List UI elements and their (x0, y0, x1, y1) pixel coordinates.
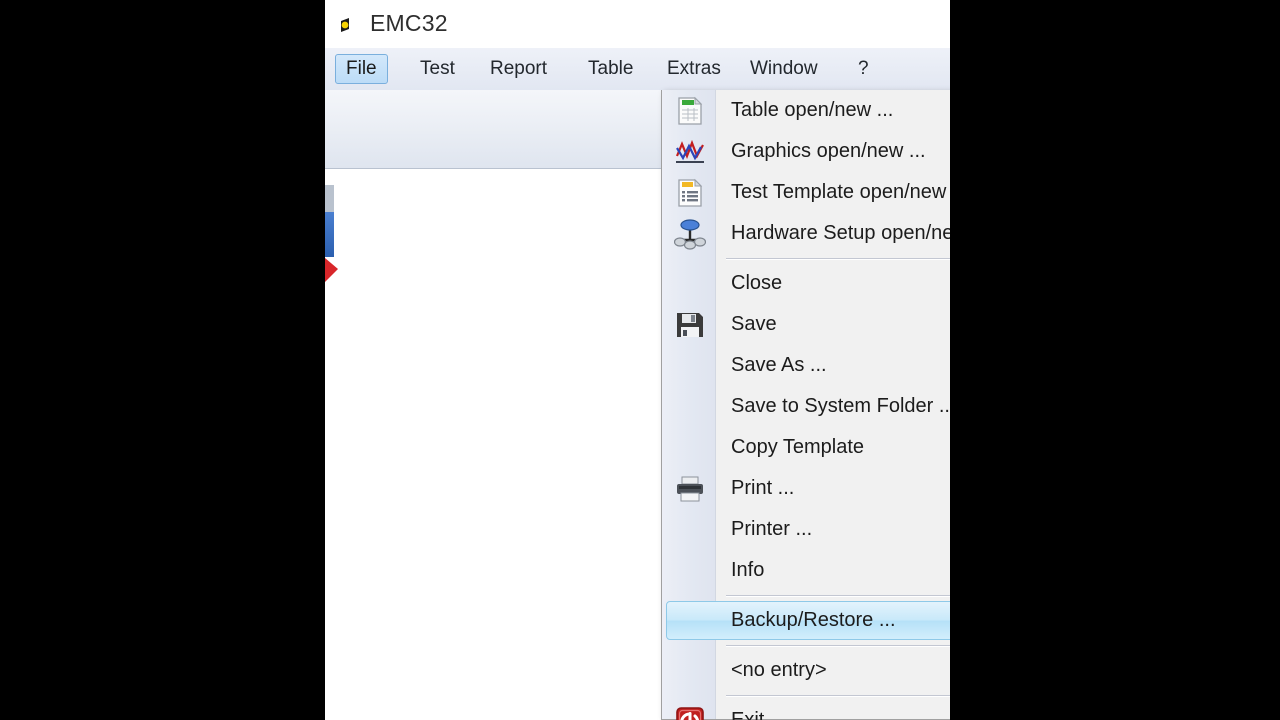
emc32-application-window: EMC32 File Test Report Table Extras Window? (325, 0, 950, 720)
menu-item-save[interactable]: SaveCtrl+S (662, 304, 950, 345)
screenshot-root: EMC32 File Test Report Table Extras Window? (0, 0, 1280, 720)
menubar-item-window[interactable]: Window (740, 54, 828, 84)
menu-item-label: Copy Template (731, 436, 865, 458)
menu-item-save-to-system-folder[interactable]: Save to System Folder ... (662, 386, 950, 427)
file-dropdown-menu: Table open/new ...Ctrl+BGraphics open/ne… (661, 90, 950, 720)
table-document-icon (674, 95, 706, 127)
power-exit-icon (674, 705, 706, 720)
menu-separator (662, 254, 950, 263)
menu-item-save-as[interactable]: Save As ... (662, 345, 950, 386)
printer-icon (674, 473, 706, 505)
menu-item-label: Info (731, 559, 765, 581)
menubar-item-file[interactable]: File (335, 54, 388, 84)
menu-item-info[interactable]: Info (662, 550, 950, 591)
menubar-item-table[interactable]: Table (578, 54, 643, 84)
left-edge-gray-strip (325, 185, 334, 212)
file-menu-list: Table open/new ...Ctrl+BGraphics open/ne… (662, 90, 950, 720)
menubar-item-extras[interactable]: Extras (657, 54, 731, 84)
menu-item-label: Save As ... (731, 354, 827, 376)
menu-bar: File Test Report Table Extras Window? (325, 48, 950, 90)
menu-item-exit[interactable]: Exit (662, 700, 950, 720)
menu-item-label: Printer ... (731, 518, 813, 540)
menu-item-backup-restore[interactable]: Backup/Restore ...Ctrl+U (662, 600, 950, 641)
menu-item-label: Backup/Restore ... (731, 609, 896, 631)
menu-separator (662, 691, 950, 700)
rs-logo-icon (330, 10, 360, 40)
menu-item-copy-template[interactable]: Copy Template (662, 427, 950, 468)
graphics-chart-icon (674, 136, 706, 168)
menu-item-label: Exit (731, 709, 765, 720)
menu-item-label: Save (731, 313, 777, 335)
menu-item-label: Test Template open/new ... (731, 181, 950, 203)
menu-item-label: Graphics open/new ... (731, 140, 926, 162)
menu-item-label: Hardware Setup open/new ... (731, 222, 950, 244)
menu-item-label: <no entry> (731, 659, 827, 681)
menu-item-close[interactable]: CloseCtrl+Q (662, 263, 950, 304)
menubar-item-test[interactable]: Test (410, 54, 465, 84)
app-title: EMC32 (370, 10, 448, 36)
menu-separator (662, 591, 950, 600)
menu-item-hardware-setup-open-new[interactable]: Hardware Setup open/new ...Ctrl+H (662, 213, 950, 254)
menu-item-printer[interactable]: Printer ... (662, 509, 950, 550)
menu-item-print[interactable]: Print ... (662, 468, 950, 509)
left-edge-red-marker (325, 256, 339, 286)
test-template-icon (674, 177, 706, 209)
menu-item-table-open-new[interactable]: Table open/new ...Ctrl+B (662, 90, 950, 131)
menu-item-test-template-open-new[interactable]: Test Template open/new ...Ctrl+E (662, 172, 950, 213)
menubar-item-[interactable]: ? (848, 54, 879, 84)
menu-item-label: Table open/new ... (731, 99, 894, 121)
hardware-setup-icon (673, 218, 707, 250)
floppy-save-icon (674, 309, 706, 341)
menu-item-label: Close (731, 272, 783, 294)
menubar-item-report[interactable]: Report (480, 54, 557, 84)
title-bar: EMC32 (325, 0, 950, 48)
menu-item-label: Save to System Folder ... (731, 395, 950, 417)
left-edge-selected-strip (325, 212, 334, 257)
menu-item-label: Print ... (731, 477, 795, 499)
menu-item-graphics-open-new[interactable]: Graphics open/new ...Ctrl+G (662, 131, 950, 172)
menu-separator (662, 641, 950, 650)
menu-item-no-entry[interactable]: <no entry> (662, 650, 950, 691)
